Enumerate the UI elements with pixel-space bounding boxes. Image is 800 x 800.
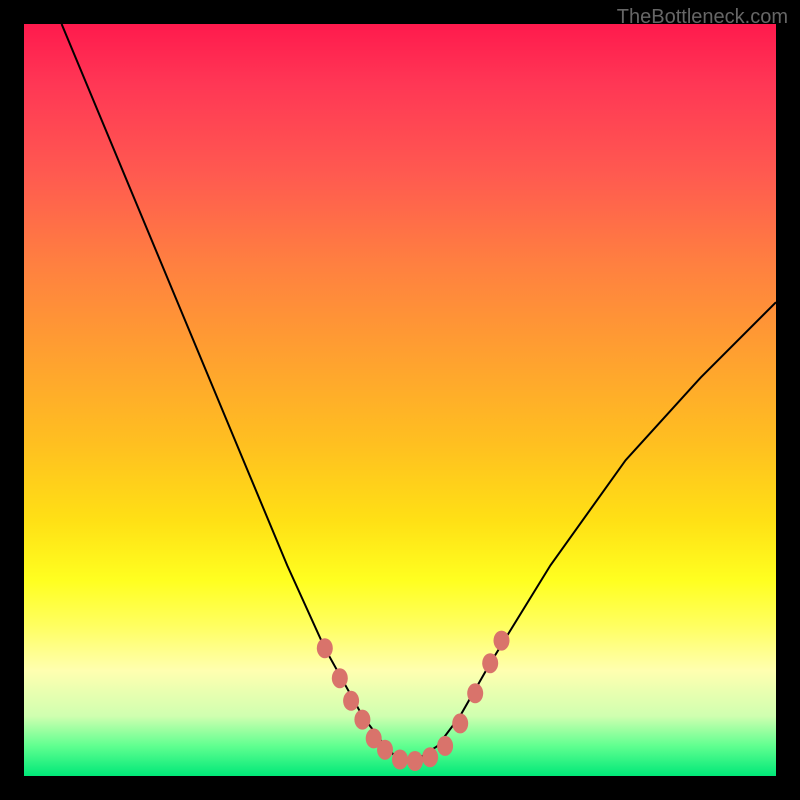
curve-marker: [494, 631, 510, 651]
curve-marker: [422, 747, 438, 767]
curve-marker: [377, 740, 393, 760]
curve-marker: [392, 750, 408, 770]
curve-markers: [317, 631, 510, 771]
curve-marker: [452, 713, 468, 733]
curve-marker: [317, 638, 333, 658]
curve-marker: [332, 668, 348, 688]
plot-area: [24, 24, 776, 776]
curve-marker: [467, 683, 483, 703]
curve-marker: [407, 751, 423, 771]
chart-container: TheBottleneck.com: [0, 0, 800, 800]
curve-marker: [343, 691, 359, 711]
watermark-text: TheBottleneck.com: [617, 6, 788, 29]
curve-marker: [437, 736, 453, 756]
curve-svg: [24, 24, 776, 776]
curve-marker: [482, 653, 498, 673]
curve-marker: [354, 710, 370, 730]
bottleneck-curve: [62, 24, 776, 761]
